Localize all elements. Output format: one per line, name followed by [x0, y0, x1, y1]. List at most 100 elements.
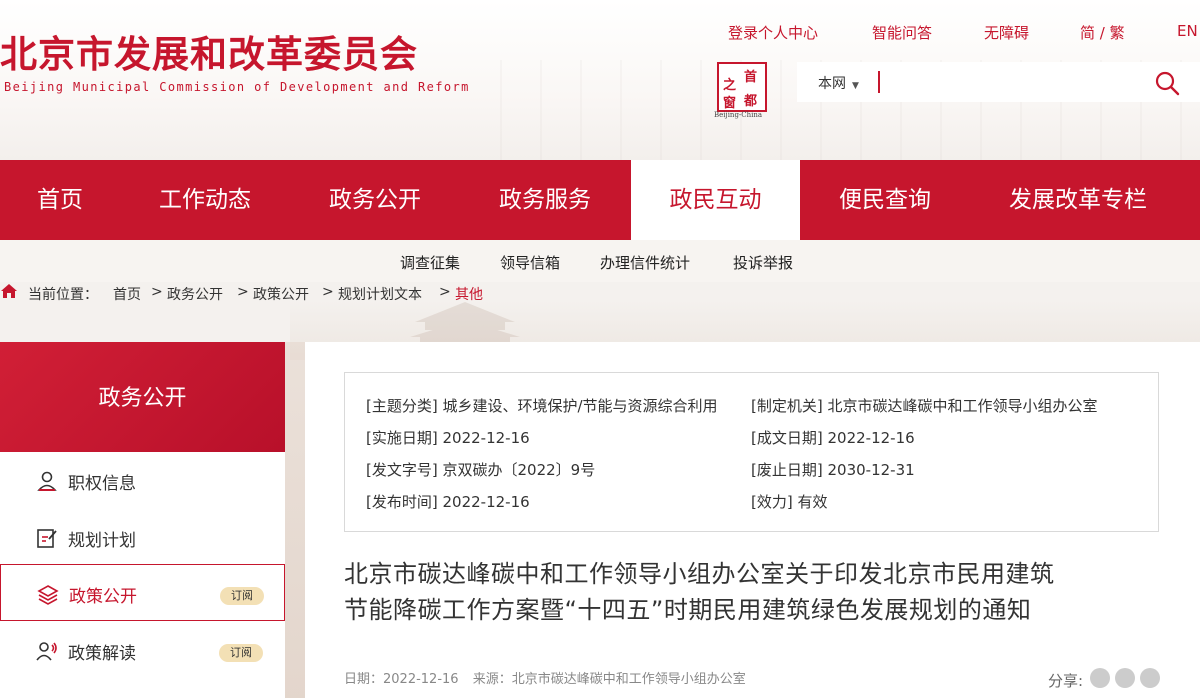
subscribe-badge[interactable]: 订阅 — [219, 644, 263, 662]
edit-document-icon — [37, 529, 57, 548]
article-source: 来源：北京市碳达峰碳中和工作领导小组办公室 — [472, 672, 746, 687]
layers-icon — [37, 585, 59, 605]
breadcrumb-separator: > — [237, 284, 249, 300]
meta-value: 2030-12-31 — [827, 461, 915, 479]
capital-window-logo[interactable]: 首 之 都 窗 — [717, 62, 767, 112]
nav-item-gov-services[interactable]: 政务服务 — [460, 160, 630, 240]
search-input[interactable] — [883, 68, 1133, 96]
speaker-icon — [36, 642, 57, 661]
breadcrumb-label: 当前位置： — [28, 287, 98, 303]
sub-nav: 调查征集 领导信箱 办理信件统计 投诉举报 — [0, 240, 1200, 282]
english-link[interactable]: EN — [1177, 22, 1198, 40]
share-label: 分享: — [1048, 672, 1084, 690]
sidebar: 政务公开 职权信息 规划计划 政策公开 订阅 政策解读 订阅 — [0, 342, 285, 698]
article-title: 北京市碳达峰碳中和工作领导小组办公室关于印发北京市民用建筑 节能降碳工作方案暨“… — [344, 556, 1164, 628]
meta-value: 北京市碳达峰碳中和工作领导小组办公室 — [827, 397, 1098, 415]
sidebar-item-policy-interpretation[interactable]: 政策解读 订阅 — [0, 622, 285, 679]
meta-key: [发文字号] — [366, 461, 438, 479]
seal-char: 首 — [744, 70, 758, 85]
search-scope-label: 本网 — [818, 76, 846, 92]
meta-issuer: [制定机关] 北京市碳达峰碳中和工作领导小组办公室 — [751, 395, 1098, 416]
seal-char: 窗 — [723, 96, 737, 111]
meta-key: [实施日期] — [366, 429, 438, 447]
search-icon — [1155, 71, 1180, 96]
nav-item-gov-affairs[interactable]: 政务公开 — [290, 160, 460, 240]
breadcrumb-current[interactable]: 其他 — [455, 284, 483, 304]
meta-key: [主题分类] — [366, 397, 438, 415]
sidebar-item-label: 政策解读 — [68, 644, 136, 664]
nav-item-interaction[interactable]: 政民互动 — [631, 160, 800, 240]
sidebar-heading: 政务公开 — [0, 342, 285, 452]
meta-publish-time: [发布时间] 2022-12-16 — [366, 491, 530, 512]
seal-char: 之 — [723, 78, 737, 93]
top-links: 登录个人中心 智能问答 无障碍 简 / 繁 EN — [0, 22, 1200, 44]
sidebar-item-authority-info[interactable]: 职权信息 — [0, 452, 285, 509]
weibo-share-icon[interactable] — [1115, 668, 1135, 688]
article-meta: 日期：2022-12-16 来源：北京市碳达峰碳中和工作领导小组办公室 — [344, 668, 746, 687]
article-panel: [主题分类] 城乡建设、环境保护/节能与资源综合利用 [制定机关] 北京市碳达峰… — [305, 342, 1200, 698]
wechat-share-icon[interactable] — [1090, 668, 1110, 688]
text-cursor — [878, 71, 880, 93]
smart-qa-link[interactable]: 智能问答 — [872, 22, 932, 43]
site-header: 北京市发展和改革委员会 Beijing Municipal Commission… — [0, 0, 1200, 160]
article-title-line: 节能降碳工作方案暨“十四五”时期民用建筑绿色发展规划的通知 — [344, 596, 1032, 624]
sidebar-item-policy-open[interactable]: 政策公开 订阅 — [0, 564, 285, 621]
meta-topic: [主题分类] 城乡建设、环境保护/节能与资源综合利用 — [366, 395, 718, 416]
main-nav: 首页 工作动态 政务公开 政务服务 政民互动 便民查询 发展改革专栏 — [0, 160, 1200, 240]
column-separator — [285, 342, 305, 698]
meta-value: 2022-12-16 — [442, 493, 530, 511]
search-box: 本网 ▼ — [797, 62, 1200, 102]
document-metadata: [主题分类] 城乡建设、环境保护/节能与资源综合利用 [制定机关] 北京市碳达峰… — [344, 372, 1159, 532]
breadcrumb-separator: > — [322, 284, 334, 300]
breadcrumb-home[interactable]: 首页 — [113, 284, 141, 304]
person-icon — [37, 471, 57, 491]
meta-value: 城乡建设、环境保护/节能与资源综合利用 — [442, 397, 718, 415]
simp-trad-toggle[interactable]: 简 / 繁 — [1080, 22, 1125, 43]
breadcrumb-policy[interactable]: 政策公开 — [253, 284, 309, 304]
article-title-line: 北京市碳达峰碳中和工作领导小组办公室关于印发北京市民用建筑 — [344, 560, 1055, 588]
meta-value: 2022-12-16 — [442, 429, 530, 447]
seal-char: 都 — [744, 94, 758, 109]
personal-center-link[interactable]: 登录个人中心 — [728, 22, 818, 43]
meta-written-date: [成文日期] 2022-12-16 — [751, 427, 915, 448]
search-button[interactable] — [1153, 69, 1181, 97]
nav-item-reform-column[interactable]: 发展改革专栏 — [970, 160, 1186, 240]
meta-doc-number: [发文字号] 京双碳办〔2022〕9号 — [366, 459, 595, 480]
subnav-letter-stats[interactable]: 办理信件统计 — [600, 252, 690, 273]
seal-caption: Beijing-China — [714, 111, 763, 119]
star-share-icon[interactable] — [1140, 668, 1160, 688]
meta-value: 京双碳办〔2022〕9号 — [442, 461, 596, 479]
meta-value: 有效 — [797, 493, 828, 511]
meta-key: [成文日期] — [751, 429, 823, 447]
accessibility-link[interactable]: 无障碍 — [984, 22, 1029, 43]
subnav-leader-mailbox[interactable]: 领导信箱 — [500, 252, 560, 273]
meta-validity: [效力] 有效 — [751, 491, 828, 512]
breadcrumb-gov-affairs[interactable]: 政务公开 — [167, 284, 223, 304]
article-date: 日期：2022-12-16 — [344, 672, 459, 687]
breadcrumb-plan-text[interactable]: 规划计划文本 — [338, 284, 422, 304]
breadcrumb-separator: > — [439, 284, 451, 300]
meta-value: 2022-12-16 — [827, 429, 915, 447]
sidebar-item-label: 职权信息 — [68, 474, 136, 494]
meta-key: [废止日期] — [751, 461, 823, 479]
nav-item-home[interactable]: 首页 — [0, 160, 120, 240]
subnav-complaints[interactable]: 投诉举报 — [733, 252, 793, 273]
nav-item-work-news[interactable]: 工作动态 — [120, 160, 290, 240]
breadcrumb: 当前位置： 首页 > 政务公开 > 政策公开 > 规划计划文本 > 其他 — [0, 282, 1200, 304]
meta-key: [效力] — [751, 493, 793, 511]
caret-down-icon: ▼ — [852, 81, 859, 91]
sidebar-item-plans[interactable]: 规划计划 — [0, 509, 285, 566]
meta-key: [制定机关] — [751, 397, 823, 415]
meta-key: [发布时间] — [366, 493, 438, 511]
meta-effective-date: [实施日期] 2022-12-16 — [366, 427, 530, 448]
site-subtitle: Beijing Municipal Commission of Developm… — [4, 80, 470, 94]
breadcrumb-separator: > — [151, 284, 163, 300]
subnav-survey[interactable]: 调查征集 — [400, 252, 460, 273]
search-scope-select[interactable]: 本网 ▼ — [818, 73, 859, 93]
meta-expiry-date: [废止日期] 2030-12-31 — [751, 459, 915, 480]
sidebar-item-label: 政策公开 — [69, 587, 137, 607]
subscribe-badge[interactable]: 订阅 — [220, 587, 264, 605]
sidebar-item-label: 规划计划 — [68, 531, 136, 551]
nav-item-public-query[interactable]: 便民查询 — [800, 160, 970, 240]
home-icon — [1, 284, 17, 298]
